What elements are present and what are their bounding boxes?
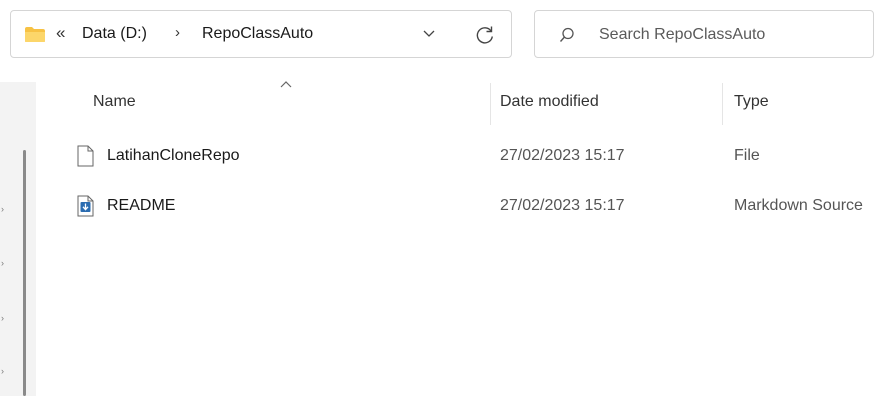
file-date-modified: 27/02/2023 15:17 bbox=[500, 147, 625, 164]
markdown-file-icon bbox=[77, 195, 94, 217]
nav-expand-chevron-icon[interactable]: › bbox=[1, 204, 4, 214]
file-icon bbox=[77, 145, 94, 167]
navigation-pane-scrollbar[interactable] bbox=[23, 150, 26, 396]
nav-expand-chevron-icon[interactable]: › bbox=[1, 366, 4, 376]
file-explorer-window: « Data (D:) › RepoClassAuto › › › › Name… bbox=[0, 0, 883, 396]
column-header-date-modified[interactable]: Date modified bbox=[500, 93, 599, 115]
folder-icon bbox=[25, 27, 45, 42]
file-row[interactable]: LatihanCloneRepo 27/02/2023 15:17 File bbox=[60, 137, 883, 177]
refresh-icon[interactable] bbox=[474, 24, 496, 46]
file-type: File bbox=[734, 147, 760, 164]
breadcrumb-separator-chevron[interactable]: › bbox=[175, 24, 180, 41]
nav-expand-chevron-icon[interactable]: › bbox=[1, 313, 4, 323]
file-row[interactable]: README 27/02/2023 15:17 Markdown Source bbox=[60, 187, 883, 227]
column-divider[interactable] bbox=[490, 83, 491, 125]
search-box[interactable] bbox=[534, 10, 874, 58]
navigation-pane[interactable] bbox=[0, 82, 36, 396]
file-type: Markdown Source bbox=[734, 197, 863, 214]
column-header-type[interactable]: Type bbox=[734, 93, 769, 115]
chevron-down-icon[interactable] bbox=[422, 28, 436, 40]
nav-expand-chevron-icon[interactable]: › bbox=[1, 258, 4, 268]
column-divider[interactable] bbox=[722, 83, 723, 125]
breadcrumb-overflow-button[interactable]: « bbox=[56, 23, 65, 43]
search-icon bbox=[559, 27, 574, 42]
address-bar[interactable]: « Data (D:) › RepoClassAuto bbox=[10, 10, 512, 58]
file-name: LatihanCloneRepo bbox=[107, 147, 240, 164]
file-date-modified: 27/02/2023 15:17 bbox=[500, 197, 625, 214]
search-input[interactable] bbox=[599, 24, 859, 46]
breadcrumb-item-current-folder[interactable]: RepoClassAuto bbox=[202, 25, 313, 43]
chevron-up-icon bbox=[280, 81, 292, 88]
column-header-name[interactable]: Name bbox=[93, 93, 136, 115]
file-name: README bbox=[107, 197, 176, 214]
breadcrumb-item-data-drive[interactable]: Data (D:) bbox=[82, 25, 147, 43]
